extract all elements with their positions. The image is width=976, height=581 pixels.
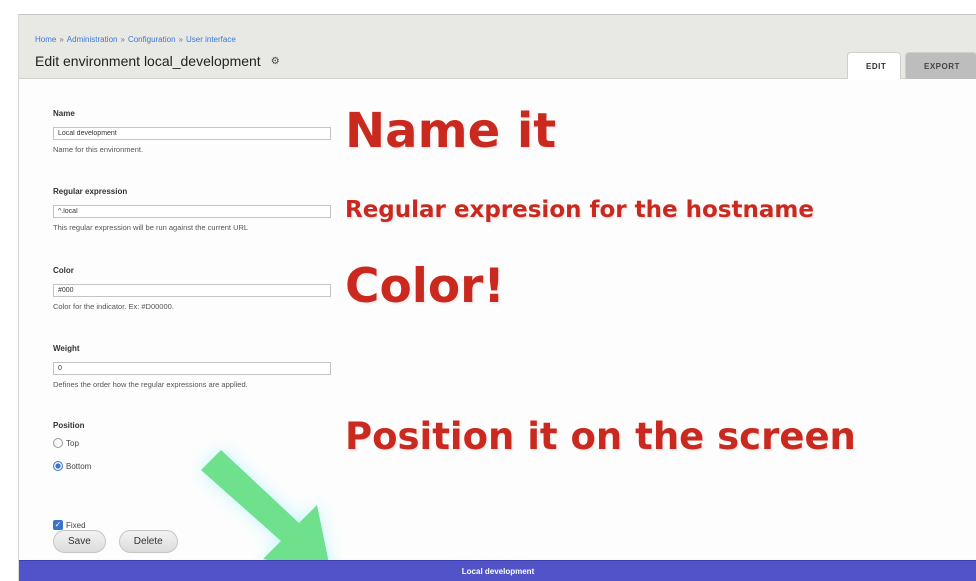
regex-input[interactable] xyxy=(53,205,331,218)
position-label: Position xyxy=(53,421,85,430)
delete-button[interactable]: Delete xyxy=(118,530,178,553)
page-title-text: Edit environment local_development xyxy=(35,53,261,69)
regex-label: Regular expression xyxy=(53,187,128,196)
weight-input[interactable] xyxy=(53,362,331,375)
name-description: Name for this environment. xyxy=(53,145,144,154)
page-header: Home » Administration » Configuration » … xyxy=(19,15,976,79)
color-label: Color xyxy=(53,266,74,275)
annotation-position: Position it on the screen xyxy=(345,415,856,458)
breadcrumb-separator: » xyxy=(120,35,125,44)
tab-edit[interactable]: EDIT xyxy=(847,52,901,79)
regex-description: This regular expression will be run agai… xyxy=(53,223,249,232)
save-button[interactable]: Save xyxy=(53,530,106,553)
breadcrumb-user-interface[interactable]: User interface xyxy=(186,35,236,44)
fixed-label: Fixed xyxy=(66,520,86,530)
breadcrumb-administration[interactable]: Administration xyxy=(67,35,118,44)
form-actions: Save Delete xyxy=(53,530,178,553)
color-field: Color Color for the indicator. Ex: #D000… xyxy=(53,266,353,311)
tab-bar: EDIT EXPORT xyxy=(847,52,976,79)
radio-top[interactable] xyxy=(53,438,63,448)
name-field: Name Name for this environment. xyxy=(53,109,353,154)
annotation-name-it: Name it xyxy=(345,103,557,159)
gear-icon[interactable]: ⚙ xyxy=(271,56,280,67)
annotation-color: Color! xyxy=(345,259,505,314)
color-description: Color for the indicator. Ex: #D00000. xyxy=(53,302,174,311)
annotation-regex: Regular expresion for the hostname xyxy=(345,197,814,223)
name-label: Name xyxy=(53,109,75,118)
breadcrumb-separator: » xyxy=(59,35,64,44)
browser-frame: Home » Administration » Configuration » … xyxy=(18,14,976,581)
radio-top-label: Top xyxy=(66,438,79,448)
breadcrumb-configuration[interactable]: Configuration xyxy=(128,35,176,44)
breadcrumb-home[interactable]: Home xyxy=(35,35,56,44)
weight-field: Weight Defines the order how the regular… xyxy=(53,344,353,389)
fixed-checkbox[interactable]: ✓ xyxy=(53,520,63,530)
breadcrumb-separator: » xyxy=(178,35,183,44)
regex-field: Regular expression This regular expressi… xyxy=(53,187,353,232)
weight-description: Defines the order how the regular expres… xyxy=(53,380,248,389)
name-input[interactable] xyxy=(53,127,331,140)
color-input[interactable] xyxy=(53,284,331,297)
tab-export[interactable]: EXPORT xyxy=(905,52,976,79)
page-title: Edit environment local_development ⚙ xyxy=(35,53,280,69)
radio-bottom-label: Bottom xyxy=(66,461,92,471)
weight-label: Weight xyxy=(53,344,80,353)
environment-indicator-bar: Local development xyxy=(19,560,976,581)
breadcrumb: Home » Administration » Configuration » … xyxy=(35,35,236,44)
radio-bottom[interactable] xyxy=(53,461,63,471)
